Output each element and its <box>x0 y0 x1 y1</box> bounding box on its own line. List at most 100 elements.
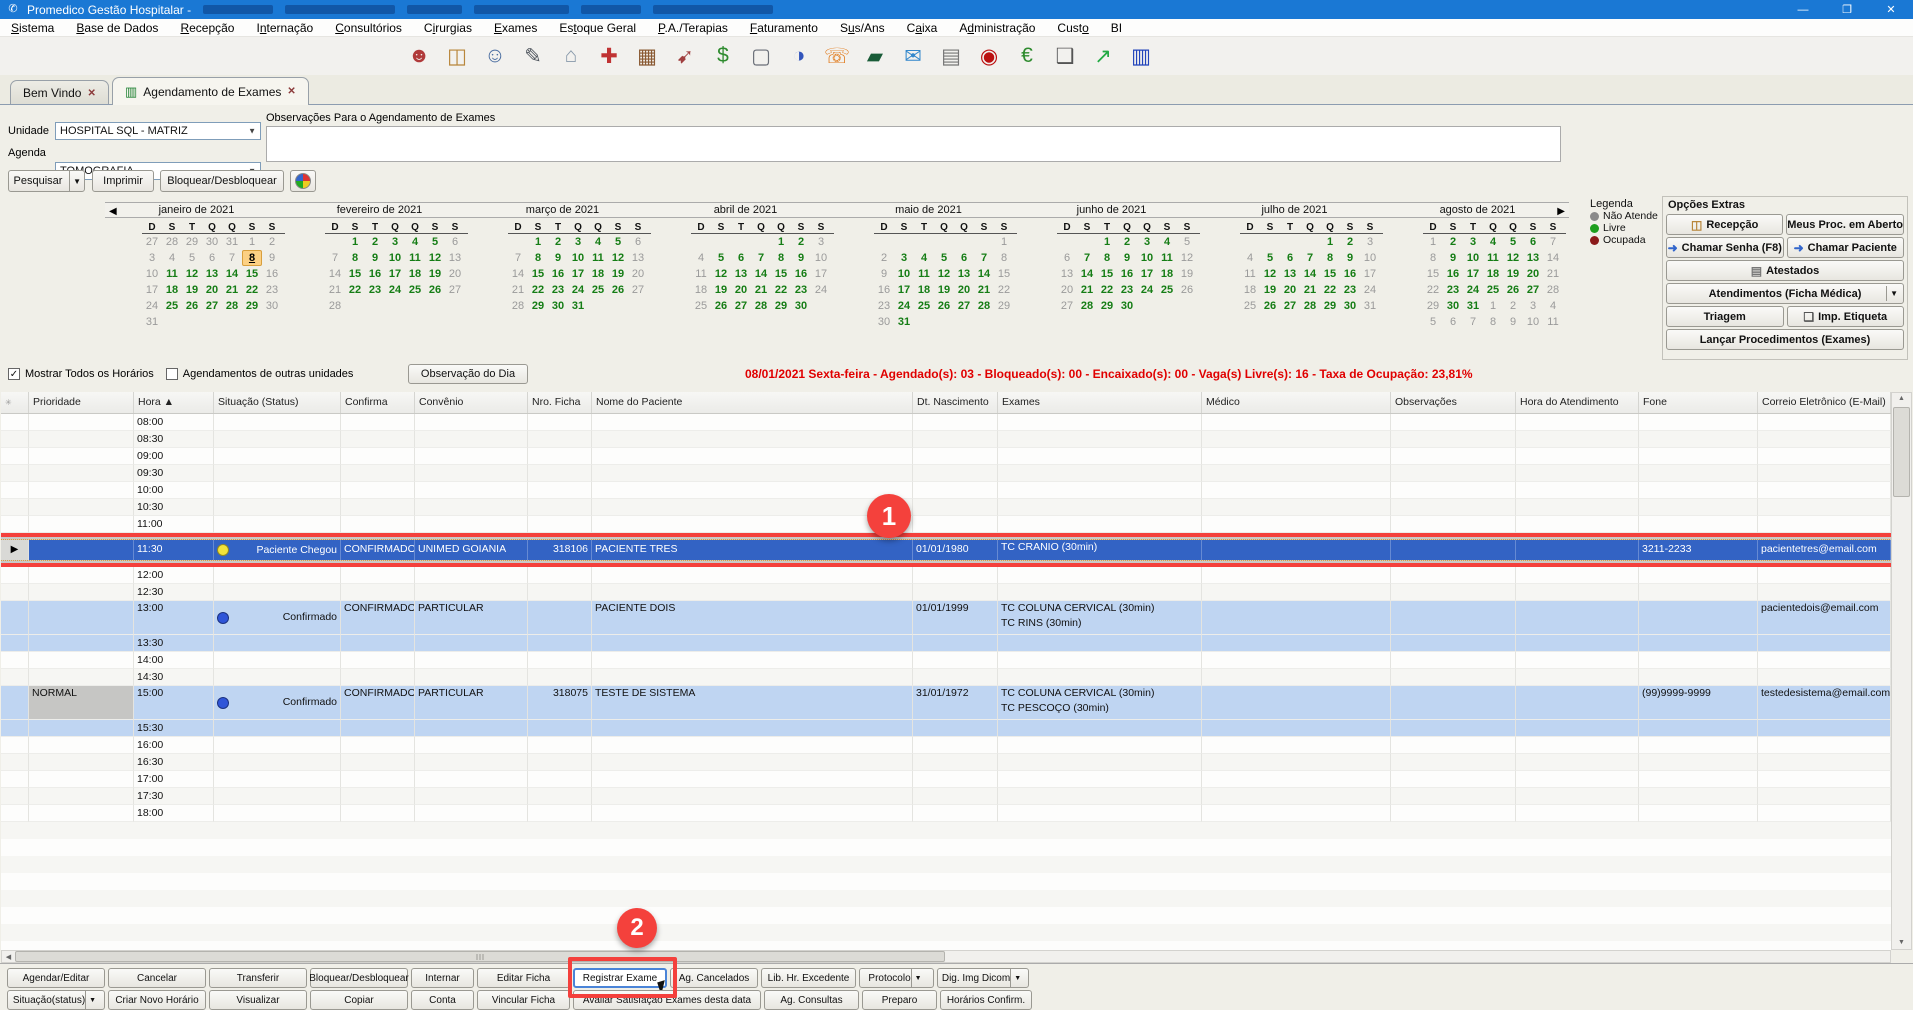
scrollbar-thumb[interactable] <box>1893 407 1910 497</box>
calendar-day[interactable]: 12 <box>711 266 731 282</box>
minimize-button[interactable]: — <box>1781 0 1825 19</box>
calendar-day[interactable]: 31 <box>1360 298 1380 314</box>
schedule-row[interactable] <box>1 941 1891 950</box>
calendar-day[interactable]: 2 <box>1117 234 1137 250</box>
calendar-day[interactable]: 21 <box>751 282 771 298</box>
editar-ficha-button[interactable]: Editar Ficha <box>477 968 570 988</box>
menu-custo[interactable]: Custo <box>1046 21 1099 35</box>
calendar-day[interactable]: 25 <box>162 298 182 314</box>
calendar-day[interactable]: 11 <box>162 266 182 282</box>
calendar-day[interactable]: 16 <box>874 282 894 298</box>
calendar-day[interactable]: 30 <box>202 234 222 250</box>
calendar-day[interactable]: 26 <box>934 298 954 314</box>
locker-icon[interactable]: ▢ <box>742 41 780 71</box>
observacoes-textarea[interactable] <box>266 126 1561 162</box>
calendar-day[interactable]: 16 <box>1443 266 1463 282</box>
menu-faturamento[interactable]: Faturamento <box>739 21 829 35</box>
calendar-day[interactable]: 12 <box>182 266 202 282</box>
calendar-day[interactable]: 30 <box>262 298 282 314</box>
schedule-row[interactable]: 09:00 <box>1 448 1891 465</box>
calendar-day[interactable]: 7 <box>1543 234 1563 250</box>
calendar-day[interactable]: 15 <box>1320 266 1340 282</box>
column-header-conv-nio[interactable]: Convênio <box>415 392 528 413</box>
horarios-confirm-button[interactable]: Horários Confirm. <box>940 990 1032 1010</box>
calendar-day[interactable]: 8 <box>345 250 365 266</box>
calendar-day[interactable]: 12 <box>608 250 628 266</box>
criar-novo-horario-button[interactable]: Criar Novo Horário <box>108 990 206 1010</box>
calendar-day[interactable]: 29 <box>528 298 548 314</box>
schedule-row[interactable]: 16:00 <box>1 737 1891 754</box>
conta-button[interactable]: Conta <box>411 990 474 1010</box>
calendar-day[interactable]: 7 <box>508 250 528 266</box>
calendar-day[interactable]: 26 <box>182 298 202 314</box>
menu-exames[interactable]: Exames <box>483 21 548 35</box>
calendar-day[interactable]: 5 <box>1503 234 1523 250</box>
vertical-scrollbar[interactable]: ▲ ▼ <box>1891 392 1912 950</box>
schedule-row[interactable] <box>1 907 1891 924</box>
calendar-day[interactable]: 27 <box>731 298 751 314</box>
internar-button[interactable]: Internar <box>411 968 474 988</box>
calendar-day[interactable]: 14 <box>222 266 242 282</box>
calendar-day[interactable]: 30 <box>874 314 894 330</box>
calendar-day[interactable]: 4 <box>1240 250 1260 266</box>
calendar-day[interactable]: 22 <box>345 282 365 298</box>
calendar-day[interactable]: 9 <box>262 250 282 266</box>
calendar-day[interactable]: 25 <box>1157 282 1177 298</box>
calendar-day[interactable]: 6 <box>628 234 648 250</box>
schedule-row[interactable]: 09:30 <box>1 465 1891 482</box>
column-header-nome-do-paciente[interactable]: Nome do Paciente <box>592 392 913 413</box>
calendar-day[interactable]: 22 <box>242 282 262 298</box>
schedule-row-appointment[interactable]: NORMAL15:00ConfirmadoCONFIRMADOPARTICULA… <box>1 686 1891 720</box>
calendar-day[interactable]: 14 <box>1543 250 1563 266</box>
calendar-day[interactable]: 15 <box>994 266 1014 282</box>
calendar-day[interactable]: 3 <box>811 234 831 250</box>
schedule-row-selected[interactable]: ▶11:30Paciente ChegouCONFIRMADOUNIMED GO… <box>1 533 1891 567</box>
schedule-row[interactable] <box>1 856 1891 873</box>
calendar-day[interactable]: 12 <box>425 250 445 266</box>
calendar-day[interactable]: 21 <box>974 282 994 298</box>
calendar-day[interactable]: 30 <box>1117 298 1137 314</box>
calendar-day[interactable]: 9 <box>365 250 385 266</box>
calendar-day[interactable]: 12 <box>934 266 954 282</box>
calendar-day[interactable]: 27 <box>628 282 648 298</box>
calendar-day[interactable]: 21 <box>508 282 528 298</box>
calendar-day[interactable]: 9 <box>1443 250 1463 266</box>
calendar-day[interactable]: 7 <box>325 250 345 266</box>
registrar-exame-button[interactable]: Registrar Exame <box>573 968 667 988</box>
calendar-day[interactable]: 27 <box>1057 298 1077 314</box>
hospital-bed-icon[interactable]: ⌂ <box>552 41 590 71</box>
calendar-day[interactable]: 10 <box>142 266 162 282</box>
tab-bem-vindo[interactable]: Bem Vindo✕ <box>10 80 109 105</box>
calendar-day[interactable]: 11 <box>1483 250 1503 266</box>
column-header-dt-nascimento[interactable]: Dt. Nascimento <box>913 392 998 413</box>
calendar-day[interactable]: 21 <box>325 282 345 298</box>
schedule-row[interactable]: 08:30 <box>1 431 1891 448</box>
column-header-prioridade[interactable]: Prioridade <box>29 392 134 413</box>
calendar-day[interactable]: 31 <box>222 234 242 250</box>
calendar-day[interactable]: 7 <box>222 250 242 266</box>
calendar-day[interactable]: 7 <box>974 250 994 266</box>
close-button[interactable]: ✕ <box>1869 0 1913 19</box>
calendar-day-selected[interactable]: 8 <box>242 250 262 266</box>
calendar-day[interactable]: 24 <box>142 298 162 314</box>
calendar-day[interactable]: 26 <box>1177 282 1197 298</box>
menu-estoque-geral[interactable]: Estoque Geral <box>548 21 647 35</box>
chevron-down-icon[interactable]: ▼ <box>1886 286 1901 301</box>
calendar-day[interactable]: 8 <box>1320 250 1340 266</box>
schedule-row-appointment[interactable]: 13:00ConfirmadoCONFIRMADOPARTICULARPACIE… <box>1 601 1891 635</box>
calendar-day[interactable]: 28 <box>222 298 242 314</box>
schedule-row[interactable]: 14:30 <box>1 669 1891 686</box>
calendar-day[interactable]: 20 <box>731 282 751 298</box>
calendar-day[interactable]: 18 <box>914 282 934 298</box>
calendar-day[interactable]: 31 <box>1463 298 1483 314</box>
avaliar-satisfacao-button[interactable]: Avaliar Satisfação Exames desta data <box>573 990 761 1010</box>
column-header-marker[interactable]: ✳ <box>1 392 29 413</box>
calendar-day[interactable]: 28 <box>1077 298 1097 314</box>
calendar-day[interactable]: 20 <box>1280 282 1300 298</box>
calendar-day[interactable]: 22 <box>1423 282 1443 298</box>
calendar-day[interactable]: 13 <box>1280 266 1300 282</box>
calendar-day[interactable]: 31 <box>894 314 914 330</box>
calendar-day[interactable]: 2 <box>1503 298 1523 314</box>
clinical-note-icon[interactable]: ✎ <box>514 41 552 71</box>
menu-consult-rios[interactable]: Consultórios <box>324 21 413 35</box>
